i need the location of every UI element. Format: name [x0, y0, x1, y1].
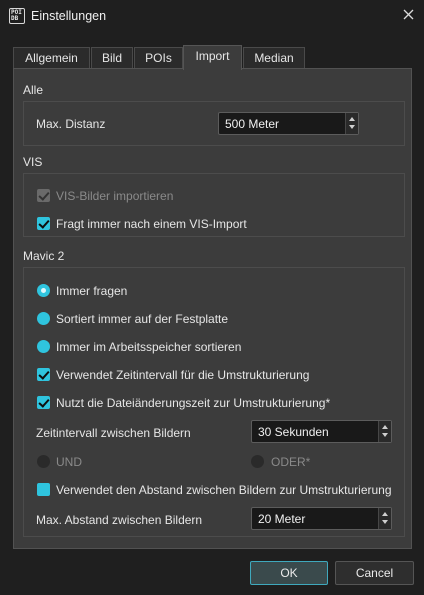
tab-median[interactable]: Median — [243, 47, 305, 69]
title-bar: POI DB Einstellungen — [0, 0, 424, 32]
radio-festplatte[interactable] — [37, 312, 50, 325]
group-vis: VIS-Bilder importieren Fragt immer nach … — [23, 173, 405, 237]
zeitintervall-spinbox[interactable]: 30 Sekunden — [251, 420, 392, 443]
spin-buttons[interactable] — [345, 113, 358, 134]
cancel-button[interactable]: Cancel — [335, 561, 414, 585]
vis-ask-label: Fragt immer nach einem VIS-Import — [56, 217, 247, 231]
zeitintervall-checkbox-label: Verwendet Zeitintervall für die Umstrukt… — [56, 368, 310, 382]
max-abstand-label: Max. Abstand zwischen Bildern — [36, 513, 203, 527]
max-abstand-spinbox[interactable]: 20 Meter — [251, 507, 392, 530]
arrow-up-icon[interactable] — [382, 425, 388, 429]
zeitintervall-checkbox[interactable] — [37, 368, 50, 381]
abstand-checkbox-label: Verwendet den Abstand zwischen Bildern z… — [56, 483, 392, 497]
radio-oder-label: ODER* — [271, 455, 311, 469]
zeitintervall-label: Zeitintervall zwischen Bildern — [36, 426, 191, 440]
radio-arbeitsspeicher[interactable] — [37, 340, 50, 353]
close-icon — [403, 9, 413, 20]
group-alle: Max. Distanz 500 Meter — [23, 101, 405, 146]
radio-immer-fragen-label: Immer fragen — [56, 284, 128, 298]
tab-allgemein[interactable]: Allgemein — [13, 47, 90, 69]
ok-button[interactable]: OK — [250, 561, 328, 585]
vis-import-checkbox[interactable] — [37, 189, 50, 202]
max-distanz-label: Max. Distanz — [36, 117, 106, 131]
max-distanz-value: 500 Meter — [225, 117, 280, 131]
arrow-up-icon[interactable] — [349, 117, 355, 121]
tab-import[interactable]: Import — [183, 45, 242, 70]
max-distanz-spinbox[interactable]: 500 Meter — [218, 112, 359, 135]
section-title-alle: Alle — [23, 83, 44, 97]
radio-festplatte-label: Sortiert immer auf der Festplatte — [56, 312, 229, 326]
tab-bild[interactable]: Bild — [91, 47, 133, 69]
arrow-down-icon[interactable] — [382, 520, 388, 524]
radio-arbeitsspeicher-label: Immer im Arbeitsspeicher sortieren — [56, 340, 242, 354]
max-abstand-value: 20 Meter — [258, 512, 306, 526]
window-title: Einstellungen — [31, 9, 107, 23]
section-title-mavic: Mavic 2 — [23, 249, 65, 263]
spin-buttons[interactable] — [378, 421, 391, 442]
import-panel: Alle Max. Distanz 500 Meter VIS VIS-Bild… — [13, 68, 412, 549]
close-button[interactable] — [396, 4, 420, 26]
arrow-down-icon[interactable] — [349, 125, 355, 129]
dateiaenderungszeit-checkbox-label: Nutzt die Dateiänderungszeit zur Umstruk… — [56, 396, 331, 410]
radio-immer-fragen[interactable] — [37, 284, 50, 297]
app-icon: POI DB — [9, 8, 25, 24]
arrow-down-icon[interactable] — [382, 433, 388, 437]
group-mavic: Immer fragen Sortiert immer auf der Fest… — [23, 267, 405, 537]
tab-pois[interactable]: POIs — [134, 47, 183, 69]
dateiaenderungszeit-checkbox[interactable] — [37, 396, 50, 409]
radio-oder[interactable] — [251, 455, 264, 468]
vis-import-label: VIS-Bilder importieren — [56, 189, 174, 203]
radio-und[interactable] — [37, 455, 50, 468]
vis-ask-checkbox[interactable] — [37, 217, 50, 230]
arrow-up-icon[interactable] — [382, 512, 388, 516]
abstand-checkbox[interactable] — [37, 483, 50, 496]
spin-buttons[interactable] — [378, 508, 391, 529]
radio-und-label: UND — [56, 455, 82, 469]
section-title-vis: VIS — [23, 155, 43, 169]
zeitintervall-value: 30 Sekunden — [258, 425, 329, 439]
